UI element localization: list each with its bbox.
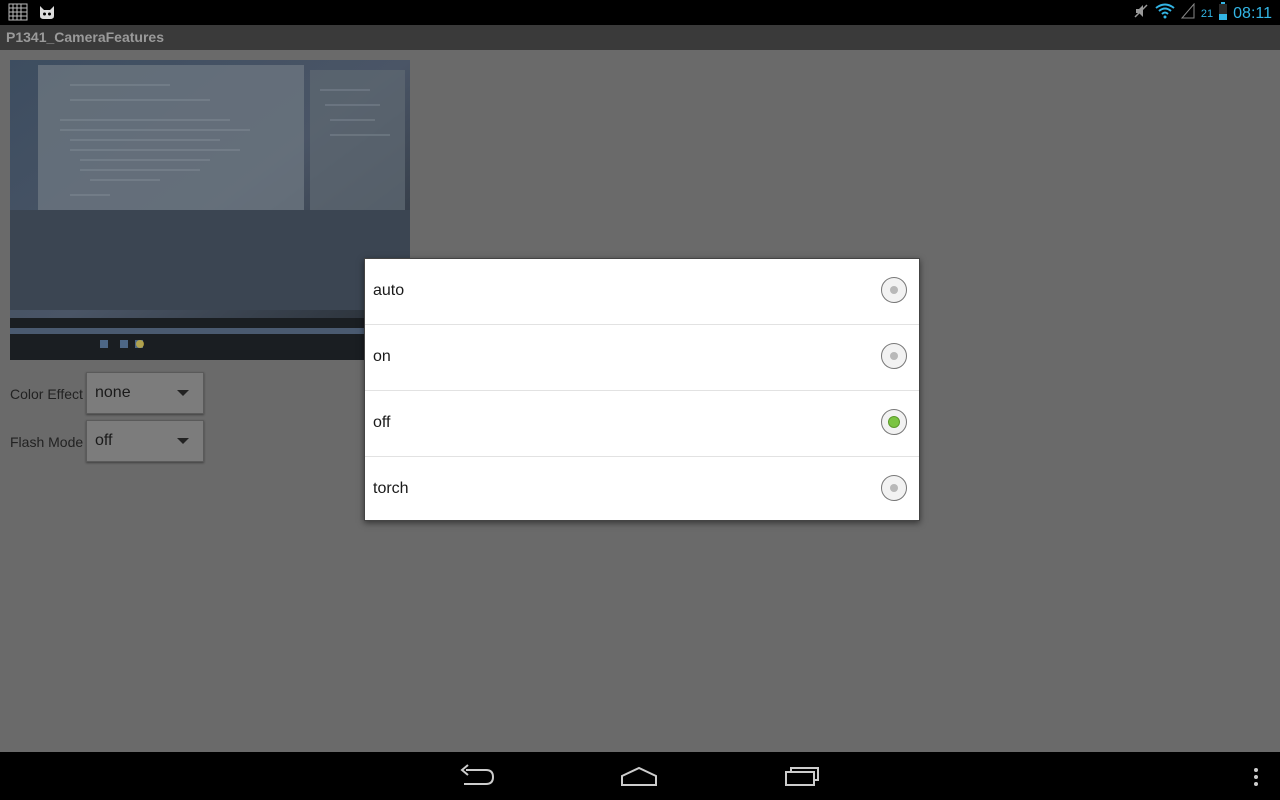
mute-icon bbox=[1133, 3, 1149, 24]
status-bar: 21 08:11 bbox=[0, 0, 1280, 25]
option-label: auto bbox=[373, 282, 405, 299]
dropdown-caret-icon bbox=[177, 438, 189, 444]
battery-level: 21 bbox=[1200, 7, 1214, 20]
clock: 08:11 bbox=[1233, 4, 1272, 22]
color-effect-spinner[interactable]: none bbox=[86, 372, 204, 414]
overflow-menu-icon[interactable] bbox=[1250, 766, 1262, 793]
radio-button[interactable] bbox=[881, 343, 907, 369]
gallery-grid-icon bbox=[8, 3, 28, 26]
radio-button[interactable] bbox=[881, 409, 907, 435]
flash-mode-dialog: auto on off torch bbox=[364, 258, 920, 521]
back-icon[interactable] bbox=[458, 762, 496, 795]
dropdown-caret-icon bbox=[177, 390, 189, 396]
option-label: on bbox=[373, 348, 391, 365]
option-label: off bbox=[373, 414, 391, 431]
wifi-icon bbox=[1155, 3, 1175, 24]
color-effect-label: Color Effect bbox=[10, 386, 83, 402]
camera-preview bbox=[10, 60, 410, 360]
signal-icon bbox=[1180, 2, 1195, 24]
flash-mode-spinner[interactable]: off bbox=[86, 420, 204, 462]
navigation-bar bbox=[0, 752, 1280, 800]
option-auto[interactable]: auto bbox=[365, 259, 919, 325]
recent-apps-icon[interactable] bbox=[782, 762, 820, 795]
title-bar: P1341_CameraFeatures bbox=[0, 25, 1280, 51]
option-on[interactable]: on bbox=[365, 325, 919, 391]
option-torch[interactable]: torch bbox=[365, 457, 919, 522]
home-icon[interactable] bbox=[620, 762, 658, 795]
flash-mode-value: off bbox=[95, 432, 113, 449]
radio-button[interactable] bbox=[881, 475, 907, 501]
color-effect-value: none bbox=[95, 384, 131, 401]
option-label: torch bbox=[373, 480, 409, 497]
cat-icon bbox=[38, 3, 56, 26]
flash-mode-label: Flash Mode bbox=[10, 434, 84, 450]
app-title: P1341_CameraFeatures bbox=[6, 29, 164, 45]
radio-button[interactable] bbox=[881, 277, 907, 303]
battery-icon bbox=[1219, 2, 1228, 25]
option-off[interactable]: off bbox=[365, 391, 919, 457]
